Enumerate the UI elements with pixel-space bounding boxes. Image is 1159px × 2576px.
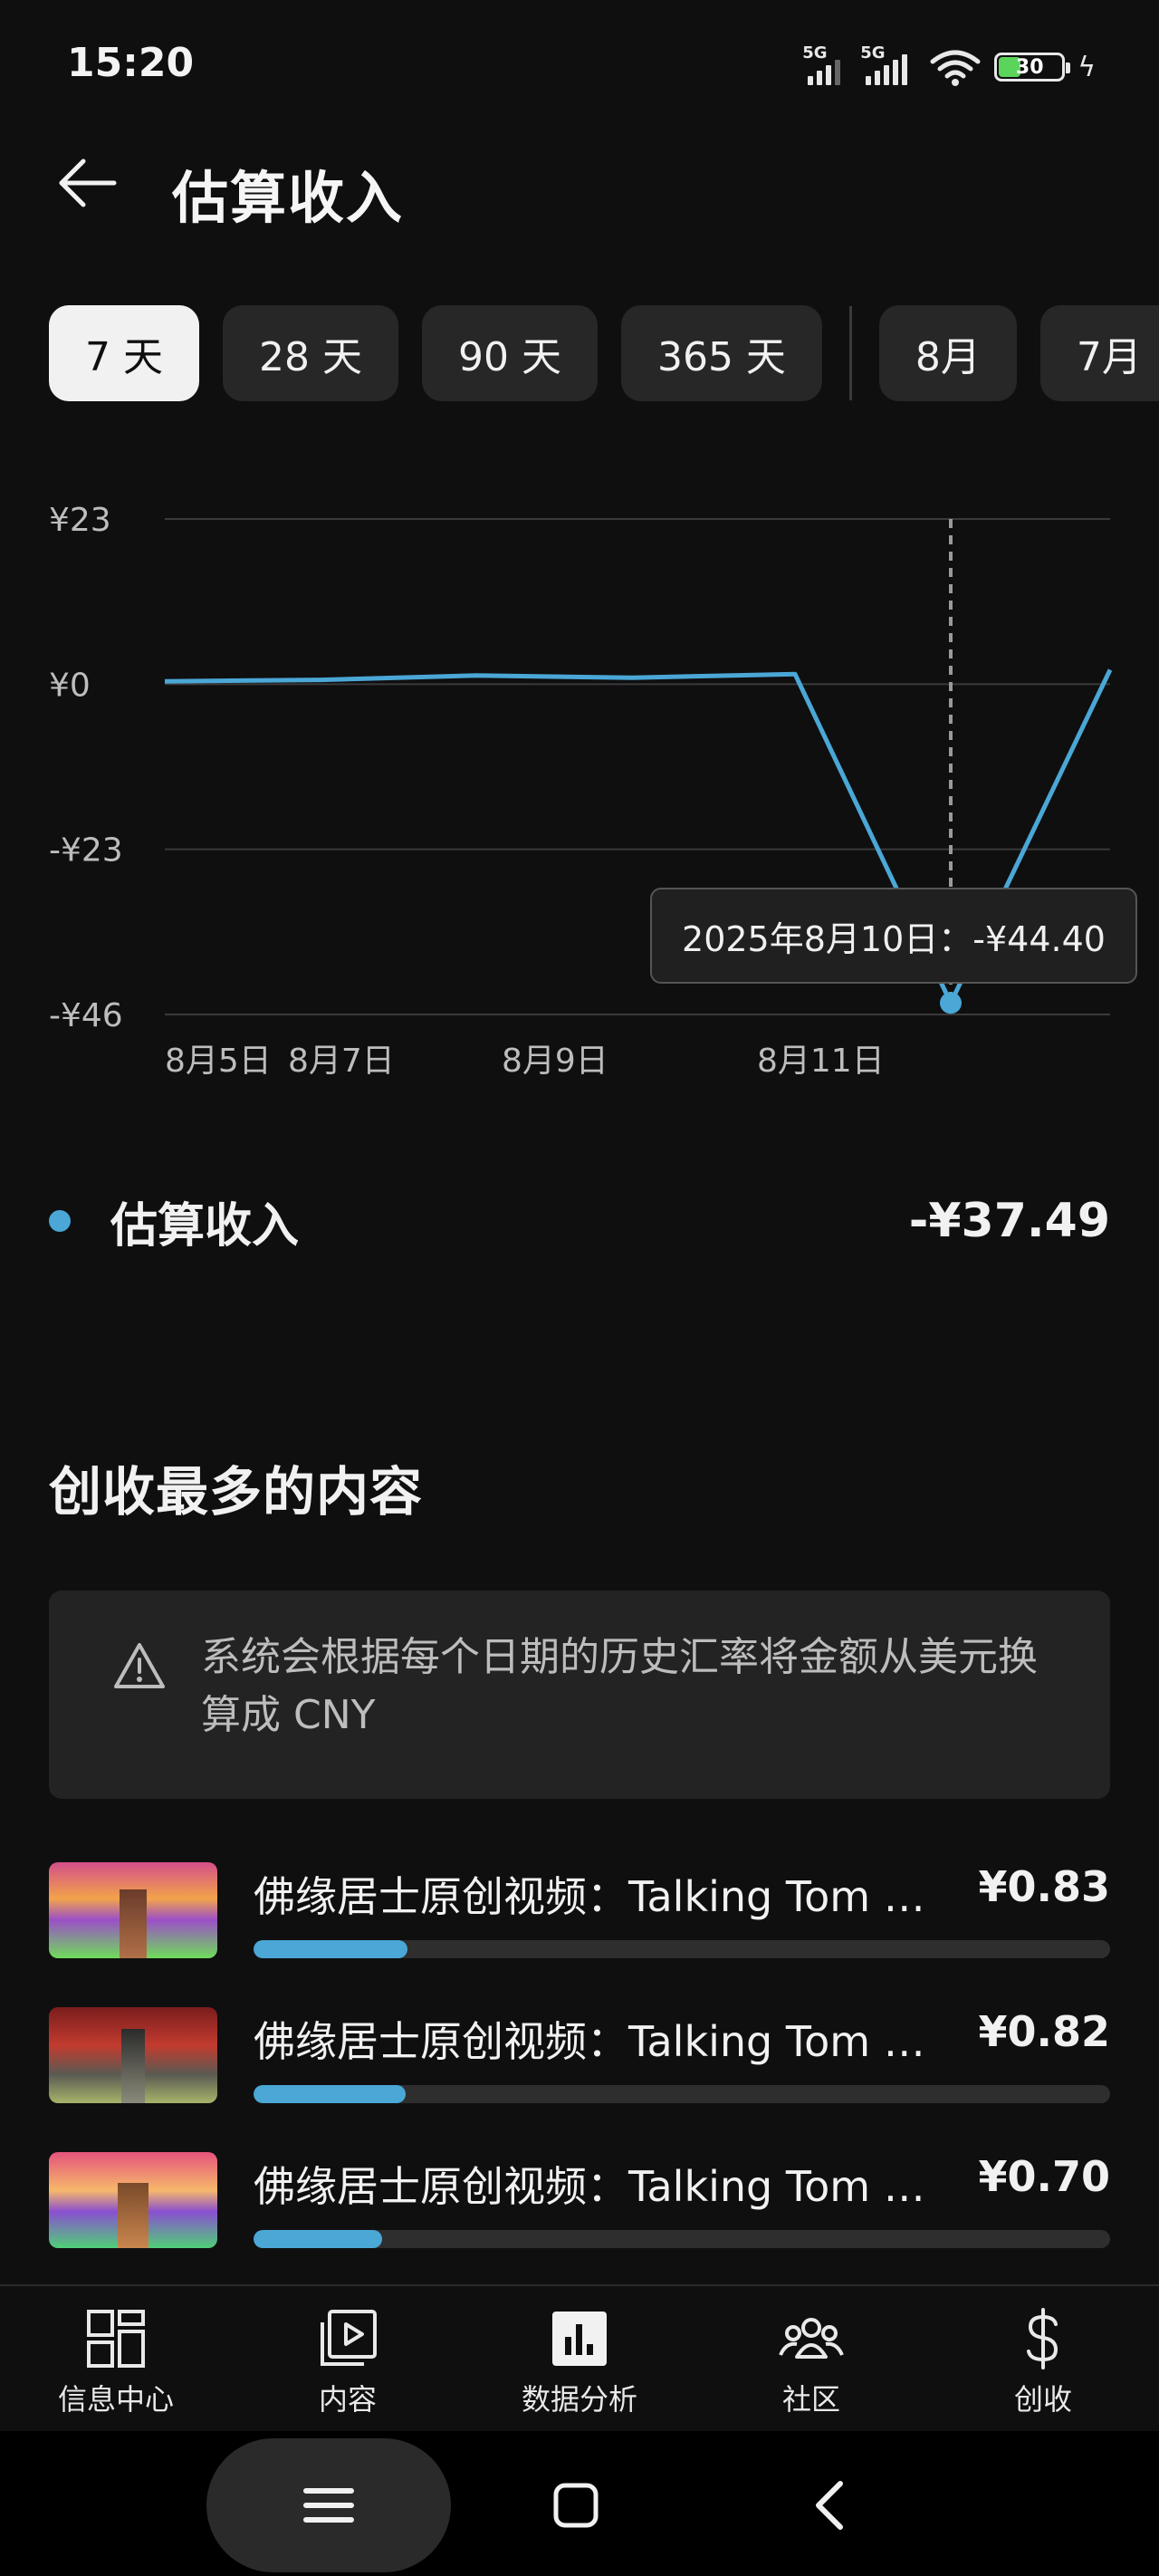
nav-label: 数据分析 [521,2382,637,2417]
nav-label: 创收 [1013,2382,1072,2417]
chart-legend: 估算收入 -¥37.49 [49,1185,1110,1257]
content-amount: ¥0.83 [978,1862,1110,1911]
range-chip-365d[interactable]: 365 天 [620,305,822,401]
dollar-icon [1027,2308,1058,2369]
nav-label: 内容 [318,2382,377,2417]
content-amount: ¥0.70 [978,2152,1110,2201]
range-chip-jul[interactable]: 7月 [1039,305,1159,401]
video-thumbnail [49,2007,217,2103]
revenue-share-bar [254,2230,382,2248]
content-icon [321,2310,377,2366]
chart-tooltip: 2025年8月10日：-¥44.40 [650,888,1137,984]
chip-divider [848,306,852,400]
content-title: 佛缘居士原创视频：Talking Tom Hero Dash [254,1872,942,1921]
dashboard-icon [87,2310,145,2368]
video-thumbnail [49,2152,217,2248]
back-arrow-icon[interactable] [51,147,123,219]
content-row[interactable]: 佛缘居士原创视频：Talking Tom Hero Dash ¥0.70 [49,2148,1110,2293]
y-tick-label: -¥23 [49,832,123,870]
x-tick-label: 8月11日 [757,1043,885,1080]
content-row[interactable]: 佛缘居士原创视频：Talking Tom Hero Dash ¥0.83 [49,1859,1110,2004]
highlighted-point [940,992,962,1014]
nav-label: 社区 [781,2382,840,2417]
bottom-nav: 信息中心 内容 数据分析 社区 创收 [0,2286,1159,2431]
app-header: 估算收入 [0,127,1159,245]
x-tick-label: 8月9日 [502,1043,608,1080]
top-content-list: 佛缘居士原创视频：Talking Tom Hero Dash ¥0.83 佛缘居… [49,1859,1110,2293]
menu-icon [303,2488,354,2523]
revenue-chart[interactable]: ¥23 ¥0 -¥23 -¥46 8月5日 8月7日 8月9日 8月11日 [0,471,1159,1105]
x-tick-label: 8月7日 [288,1043,395,1080]
x-tick-label: 8月5日 [165,1043,272,1080]
content-amount: ¥0.82 [978,2007,1110,2056]
revenue-share-track [254,2230,1110,2248]
charging-icon: ϟ [1078,51,1096,83]
back-icon[interactable] [806,2478,853,2533]
nav-monetization[interactable]: 创收 [927,2286,1159,2431]
exchange-rate-notice: 系统会根据每个日期的历史汇率将金额从美元换算成 CNY [49,1591,1110,1799]
battery-level: 30 [1015,55,1044,79]
battery-icon: 30 [994,53,1071,82]
page-title: 估算收入 [172,165,405,231]
nav-analytics[interactable]: 数据分析 [464,2286,695,2431]
content-title: 佛缘居士原创视频：Talking Tom Hero Dash [254,2162,942,2211]
network-type-label: 5G [802,43,828,62]
status-time: 15:20 [67,40,195,86]
range-chip-28d[interactable]: 28 天 [222,305,398,401]
content-row[interactable]: 佛缘居士原创视频：Talking Tom Hero Dash ¥0.82 [49,2004,1110,2148]
y-tick-label: -¥46 [49,997,123,1034]
menu-button[interactable] [206,2438,451,2572]
nav-community[interactable]: 社区 [695,2286,927,2431]
line-chart: ¥23 ¥0 -¥23 -¥46 8月5日 8月7日 8月9日 8月11日 [49,502,1113,1080]
range-chip-90d[interactable]: 90 天 [421,305,598,401]
content-title: 佛缘居士原创视频：Talking Tom Hero Dash [254,2017,942,2066]
nav-dashboard[interactable]: 信息中心 [0,2286,232,2431]
revenue-share-bar [254,2085,407,2103]
status-bar: 15:20 5G 5G 30 ϟ [0,0,1159,127]
revenue-share-track [254,1940,1110,1958]
analytics-icon [552,2312,607,2366]
home-icon[interactable] [552,2482,599,2529]
notice-text: 系统会根据每个日期的历史汇率将金额从美元换算成 CNY [201,1634,1038,1738]
y-tick-label: ¥0 [49,667,91,704]
range-chip-aug[interactable]: 8月 [878,305,1017,401]
revenue-share-bar [254,1940,408,1958]
range-chip-7d[interactable]: 7 天 [49,305,199,401]
nav-content[interactable]: 内容 [232,2286,464,2431]
date-range-chips: 7 天 28 天 90 天 365 天 8月 7月 [49,304,1159,402]
status-icons: 5G 5G 30 ϟ [802,42,1096,92]
y-tick-label: ¥23 [49,502,111,539]
revenue-share-track [254,2085,1110,2103]
legend-dot [49,1210,71,1232]
system-nav-bar [0,2431,1159,2576]
network-type-label-2: 5G [860,43,886,62]
section-title-top-content: 创收最多的内容 [49,1461,424,1523]
video-thumbnail [49,1862,217,1958]
wifi-icon [930,50,981,86]
legend-label: 估算收入 [110,1198,300,1254]
nav-label: 信息中心 [57,2382,174,2417]
community-icon [779,2318,844,2359]
legend-total: -¥37.49 [908,1194,1110,1248]
warning-icon [114,1643,165,1688]
signal-icon: 5G [802,43,853,85]
signal-icon-2: 5G [860,43,916,85]
